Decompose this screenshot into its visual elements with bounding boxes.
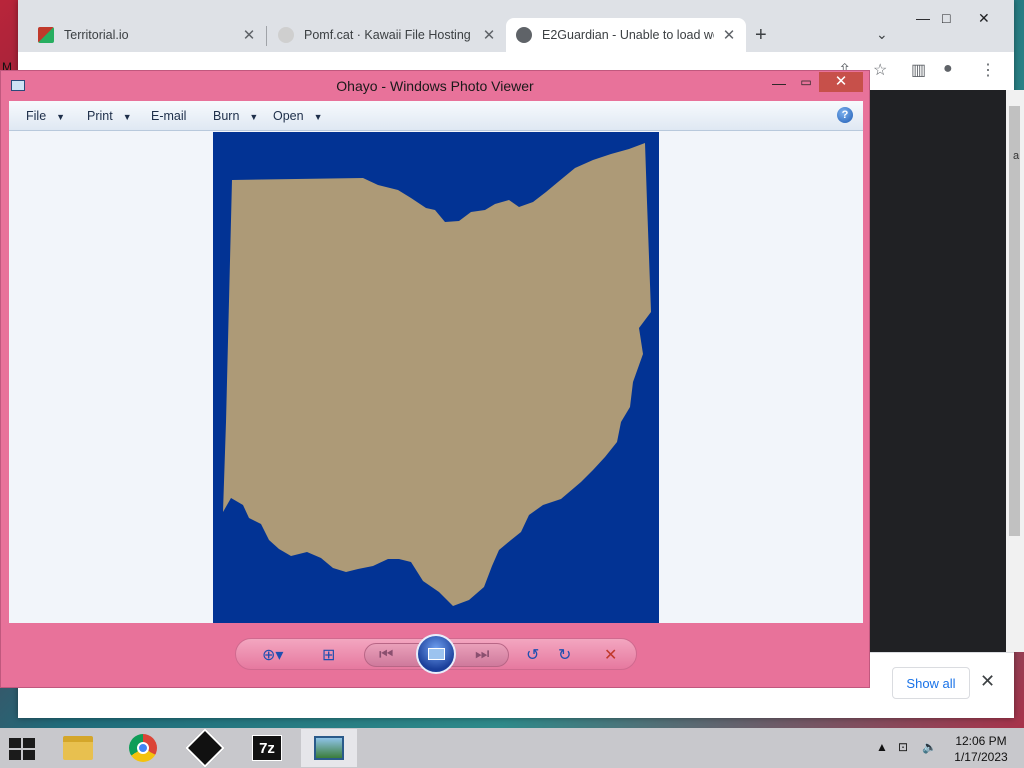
tab-separator — [266, 26, 267, 46]
app-icon[interactable] — [177, 728, 233, 768]
menu-bar: File ▼ Print ▼ E-mail Burn ▼ Open ▼ ? — [9, 101, 863, 131]
taskbar: 7z ▲ ⊡ 🔈 12:06 PM 1/17/2023 — [0, 728, 1024, 768]
windows-start-icon[interactable] — [9, 738, 37, 760]
7zip-icon[interactable]: 7z — [239, 729, 295, 767]
title-bar[interactable]: Ohayo - Windows Photo Viewer — ▭ ✕ — [1, 71, 869, 101]
window-title: Ohayo - Windows Photo Viewer — [336, 78, 534, 94]
network-icon[interactable]: ⊡ — [898, 740, 908, 754]
rotate-left-icon[interactable]: ↺ — [526, 645, 539, 665]
menu-file[interactable]: File ▼ — [26, 109, 65, 123]
chrome-icon[interactable] — [115, 729, 171, 767]
close-button[interactable]: ✕ — [819, 72, 863, 92]
tab-e2guardian[interactable]: E2Guardian - Unable to load web ✕ — [506, 18, 746, 52]
tab-territorial[interactable]: Territorial.io ✕ — [28, 18, 266, 52]
volume-icon[interactable]: 🔈 — [922, 740, 937, 754]
clock-date: 1/17/2023 — [954, 750, 1008, 764]
ohio-land-shape — [223, 143, 651, 606]
rotate-right-icon[interactable]: ↻ — [558, 645, 571, 665]
new-tab-icon[interactable]: + — [755, 24, 767, 47]
menu-label: Open — [273, 109, 304, 123]
globe-icon — [516, 27, 532, 43]
close-icon[interactable]: ✕ — [978, 10, 990, 27]
show-hidden-icons-icon[interactable]: ▲ — [876, 740, 888, 754]
chevron-down-icon[interactable]: ⌄ — [876, 26, 888, 43]
page-scrollbar[interactable] — [1006, 90, 1024, 652]
menu-burn[interactable]: Burn ▼ — [213, 109, 258, 123]
menu-label: Print — [87, 109, 113, 123]
slideshow-button[interactable] — [416, 634, 456, 674]
profile-icon[interactable]: ● — [943, 60, 953, 78]
page-content-dark — [870, 90, 1006, 652]
system-clock[interactable]: 12:06 PM 1/17/2023 — [950, 733, 1012, 765]
maximize-icon[interactable]: □ — [942, 10, 950, 26]
territorial-icon — [38, 27, 54, 43]
close-tab-icon[interactable]: ✕ — [482, 26, 496, 44]
image-canvas — [9, 131, 863, 623]
show-all-button[interactable]: Show all — [892, 667, 970, 699]
displayed-photo — [213, 132, 659, 623]
7zip-label: 7z — [252, 735, 282, 761]
caret-down-icon: ▼ — [56, 112, 66, 122]
bookmark-star-icon[interactable]: ☆ — [873, 60, 887, 80]
tab-pomf[interactable]: Pomf.cat · Kawaii File Hosting ✕ — [268, 18, 506, 52]
pomf-icon — [278, 27, 294, 43]
tab-title: Territorial.io — [64, 28, 129, 42]
close-tab-icon[interactable]: ✕ — [242, 26, 256, 44]
clock-time: 12:06 PM — [955, 734, 1007, 748]
minimize-button[interactable]: — — [769, 75, 789, 93]
zoom-icon[interactable]: ⊕▾ — [262, 645, 283, 665]
close-download-bar-icon[interactable]: ✕ — [980, 671, 995, 692]
menu-label: E-mail — [151, 109, 187, 123]
side-panel-icon[interactable]: ▥ — [911, 60, 926, 80]
menu-label: File — [26, 109, 47, 123]
caret-down-icon: ▼ — [249, 112, 259, 122]
slideshow-icon — [428, 648, 445, 660]
menu-label: Burn — [213, 109, 240, 123]
delete-icon[interactable]: ✕ — [604, 645, 617, 665]
ohio-map-image — [223, 143, 651, 606]
actual-size-icon[interactable]: ⊞ — [322, 645, 335, 665]
maximize-button[interactable]: ▭ — [796, 75, 816, 93]
help-icon[interactable]: ? — [837, 107, 853, 123]
menu-icon[interactable]: ⋮ — [980, 60, 996, 80]
menu-print[interactable]: Print ▼ — [87, 109, 132, 123]
playback-controls: ⊕▾ ⊞ ⏮ ⏭ ↺ ↻ ✕ — [235, 634, 637, 674]
caret-down-icon: ▼ — [313, 112, 323, 122]
previous-icon[interactable]: ⏮ — [379, 646, 393, 664]
scroll-thumb[interactable] — [1009, 106, 1020, 536]
menu-open[interactable]: Open ▼ — [273, 109, 323, 123]
file-explorer-icon[interactable] — [50, 729, 106, 767]
menu-email[interactable]: E-mail — [151, 109, 186, 123]
close-tab-icon[interactable]: ✕ — [722, 26, 736, 44]
tab-title: Pomf.cat · Kawaii File Hosting — [304, 28, 471, 42]
photo-viewer-icon[interactable] — [301, 729, 357, 767]
caret-down-icon: ▼ — [122, 112, 132, 122]
next-icon[interactable]: ⏭ — [475, 646, 489, 664]
tab-strip: Territorial.io ✕ Pomf.cat · Kawaii File … — [18, 0, 1014, 52]
tab-title: E2Guardian - Unable to load web — [542, 28, 714, 42]
side-letter: a — [1013, 150, 1020, 162]
photo-viewer-window: Ohayo - Windows Photo Viewer — ▭ ✕ File ▼… — [0, 70, 870, 688]
minimize-icon[interactable]: — — [916, 10, 930, 26]
